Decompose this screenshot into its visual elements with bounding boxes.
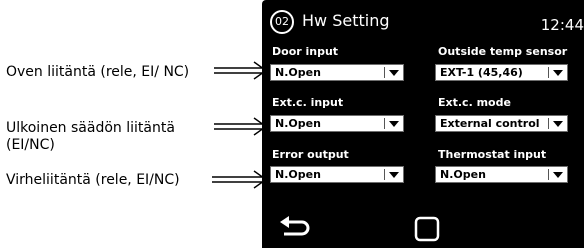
thermostat-input-value: N.Open [440, 168, 486, 181]
chevron-down-icon [389, 70, 399, 76]
extc-input-dropdown[interactable]: N.Open [270, 115, 404, 132]
dropdown-separator [548, 67, 549, 78]
door-input-dropdown[interactable]: N.Open [270, 64, 404, 81]
screen-title: Hw Setting [302, 11, 390, 30]
callout-arrow-error [212, 170, 268, 189]
outside-temp-sensor-label: Outside temp sensor [438, 45, 568, 58]
chevron-down-icon [553, 172, 563, 178]
home-square-icon [414, 216, 440, 242]
home-button[interactable] [414, 216, 440, 242]
error-output-value: N.Open [275, 168, 321, 181]
door-input-label: Door input [272, 45, 339, 58]
error-output-label: Error output [272, 148, 349, 161]
error-output-dropdown[interactable]: N.Open [270, 166, 404, 183]
dropdown-separator [384, 67, 385, 78]
extc-input-label: Ext.c. input [272, 96, 344, 109]
chevron-down-icon [553, 121, 563, 127]
callout-arrow-door [214, 61, 268, 80]
chevron-down-icon [389, 121, 399, 127]
device-screen: 02 Hw Setting 12:44 Door input N.Open Ou… [262, 0, 584, 248]
extc-input-value: N.Open [275, 117, 321, 130]
thermostat-input-label: Thermostat input [438, 148, 547, 161]
thermostat-input-dropdown[interactable]: N.Open [435, 166, 568, 183]
clock: 12:44 [540, 16, 584, 34]
status-bar: 02 Hw Setting 12:44 [262, 0, 584, 40]
door-input-value: N.Open [275, 66, 321, 79]
back-arrow-icon [280, 216, 310, 236]
extc-mode-label: Ext.c. mode [438, 96, 511, 109]
chevron-down-icon [553, 70, 563, 76]
back-button[interactable] [278, 214, 312, 240]
dropdown-separator [548, 118, 549, 129]
dropdown-separator [548, 169, 549, 180]
callout-arrow-extc [214, 117, 268, 136]
extc-mode-value: External control [440, 117, 540, 130]
extc-mode-dropdown[interactable]: External control [435, 115, 568, 132]
callout-arrows [212, 61, 268, 189]
outside-temp-sensor-dropdown[interactable]: EXT-1 (45,46) [435, 64, 568, 81]
dropdown-separator [384, 169, 385, 180]
dropdown-separator [384, 118, 385, 129]
outside-temp-sensor-value: EXT-1 (45,46) [440, 66, 523, 79]
page-number-badge: 02 [270, 10, 294, 34]
chevron-down-icon [389, 172, 399, 178]
